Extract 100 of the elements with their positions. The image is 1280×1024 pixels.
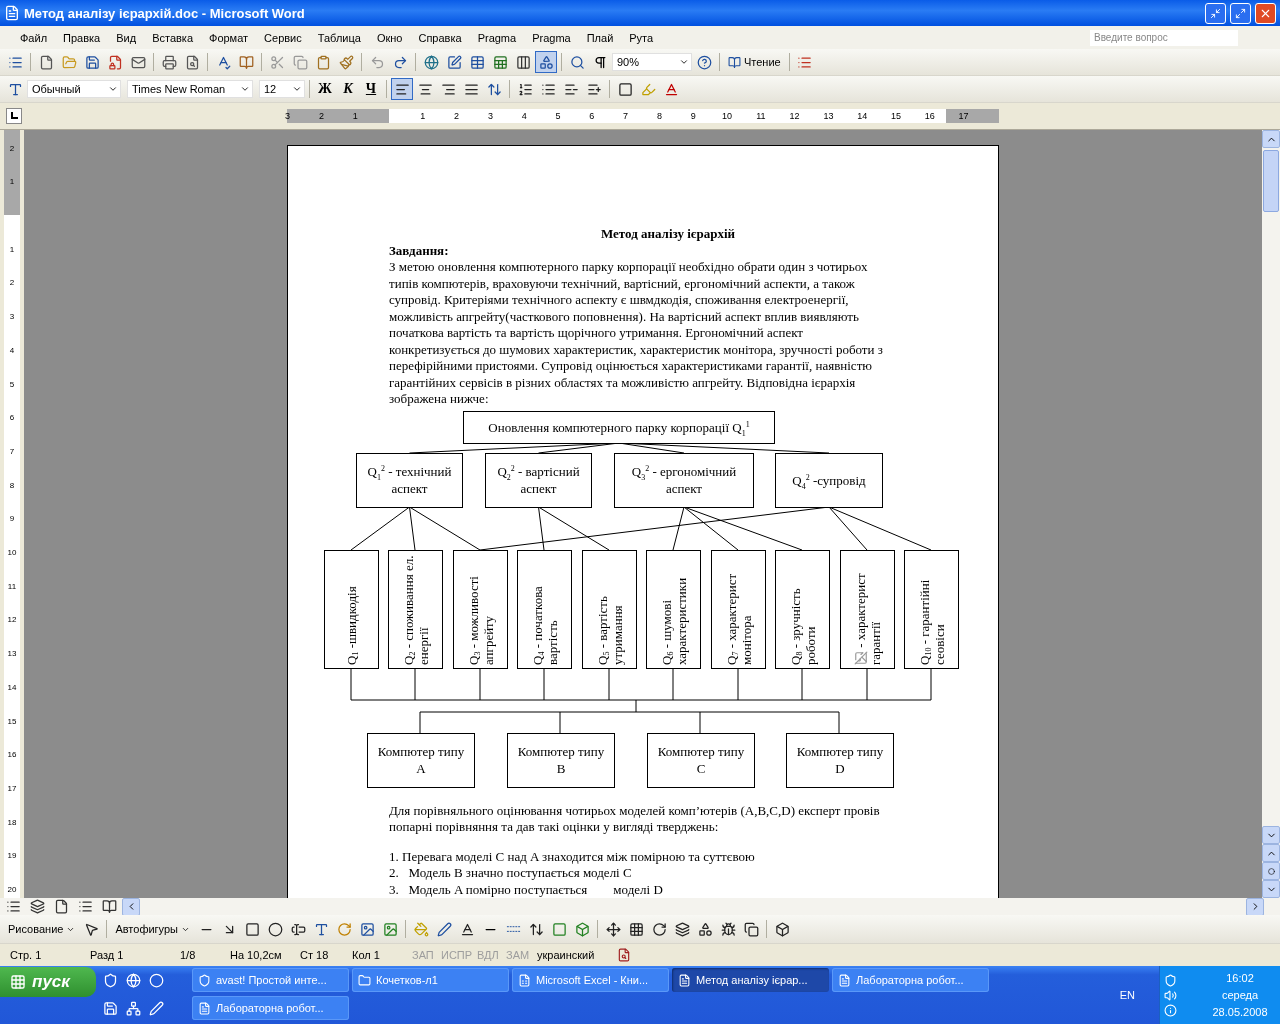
ruler-number: 4 [8,345,16,355]
ruler-number: 16 [6,749,18,759]
menu-item[interactable]: Вставка [144,31,201,44]
alternative-node: Компютер типу C [647,732,755,788]
scroll-thumb[interactable] [1263,150,1279,212]
caret-icon [679,57,689,67]
style-field[interactable]: Обычный [27,80,121,98]
ruler-number: 11 [6,581,18,591]
font-size-field[interactable]: 12 [259,80,305,98]
network-icon [125,1000,141,1016]
menu-item[interactable]: Формат [201,31,257,44]
autoshapes-menu[interactable]: Автофигуры [111,918,194,940]
language-status: украинский [536,949,596,961]
ruler-number: 6 [589,110,595,123]
menu-item[interactable]: Таблица [309,31,369,44]
list-item: 2. Модель B значно поступається моделі C [389,865,633,882]
zoom-field[interactable]: 90% [612,53,692,71]
menu-item[interactable]: Рута [621,31,662,44]
ruler-number: 12 [789,110,800,123]
taskbar-button[interactable]: Лабораторна робот... [832,968,989,992]
taskbar-button[interactable]: Microsoft Excel - Кни... [512,968,669,992]
paragraph-line: гарантійних сервісів в різних областях та можливістю апгрейту. Відповідна ієрархія [389,374,857,391]
close-button[interactable] [1255,2,1276,24]
list-item: 1. Перевага моделі C над A знаходится між помірною та суттєвою [389,848,756,865]
menu-item[interactable]: Pragma [469,31,525,44]
tab-stop-button[interactable] [6,108,22,124]
menu-item[interactable]: Вид [108,31,145,44]
aspect-node: Q$_{3}$$^{2}$ - ергономічний аспект [614,452,754,508]
ruler-number: 8 [656,110,662,123]
paragraph-line: конкретизується до шумових характеристик, характеристик монітора, зручності роботи з [389,341,884,358]
menu-item[interactable]: Сервис [256,31,310,44]
menu-item[interactable]: Окно [368,31,411,44]
ruler-number: 2 [8,143,16,153]
shield-icon [102,972,118,988]
volume-icon[interactable] [1164,988,1177,1002]
menu-item[interactable]: Плай [578,31,622,44]
ruler-number: 1 [8,176,16,186]
ruler-number: 5 [555,110,561,123]
ruler-number: 14 [6,682,18,692]
help-search-field[interactable]: Введите вопрос [1090,29,1238,46]
font-field[interactable]: Times New Roman [127,80,253,98]
page-count-status: 1/8 [179,949,197,961]
alternative-node: Компютер типу D [786,732,894,788]
tab-stop-icon [10,112,18,120]
menu-item[interactable]: Справка [410,31,470,44]
menu-item[interactable]: Правка [55,31,109,44]
caret-icon [108,84,118,94]
spelling-status-icon[interactable] [617,948,631,962]
book-icon [728,55,741,69]
document-icon [198,1001,211,1015]
read-button[interactable]: Чтение [724,51,785,73]
ruler-number: 3 [8,311,16,321]
paragraph-line: попарні порівняння та дав такі оцінки у вигляді тверджень: [389,819,720,836]
paragraph-line: супровід. Критеріями технічного аспекту є швмдкодія, споживання електроенергії, [389,292,850,309]
ruler-number: 5 [8,379,16,388]
vertical-ruler[interactable]: 2 1 1 2 3 4 5 6 7 8 9 10 11 12 13 14 15 16 17 18 19 20 [4,130,20,898]
menu-item[interactable]: Pragma [524,31,579,44]
ruler-number: 19 [6,850,18,860]
broken-image-icon [853,651,868,665]
globe-icon [125,972,141,988]
ruler-number: 17 [6,783,18,793]
underline-button[interactable]: Ч [360,78,382,100]
shield-icon [198,973,211,987]
caret-icon [292,84,302,94]
ruler-number: 2 [318,110,324,123]
align-left-icon[interactable] [391,78,413,100]
aspect-node: Q$_{1}$$^{2}$ - технічний аспект [356,452,463,508]
taskbar-button[interactable]: Метод аналізу ієрар... [672,968,829,992]
paragraph-line: можливість апгрейту(часткового поповнення). На вартісний аспект вплив виявляють [389,308,860,325]
paragraph-line: перефірійними пристоями. Супровід оцінюється характеристиками гарантії, наявністю [389,358,874,375]
line-status: Ст 18 [299,949,330,961]
drawing-icon[interactable] [535,51,557,73]
scroll-right-button[interactable] [1246,897,1264,916]
ruler-number: 9 [690,110,696,123]
ruler-number: 13 [823,110,834,123]
drawing-menu[interactable]: Рисование [4,918,80,940]
paragraph-line: початкова вартість та вартість щорічного утримання. Ергономічний аспект [389,325,804,342]
maximize-button[interactable] [1230,2,1251,24]
ruler-number: 6 [8,412,16,422]
paragraph-line: зображена нижче: [389,391,490,408]
ruler-number: 2 [8,277,16,287]
taskbar-button[interactable]: Кочетков-л1 [352,968,509,992]
ruler-number: 14 [857,110,868,123]
minimize-button[interactable] [1205,2,1226,24]
ruler-number: 15 [891,110,901,123]
horizontal-ruler[interactable]: 3 2 1 1 2 3 4 5 6 7 8 9 10 11 12 13 14 15 16 17 [287,109,999,123]
taskbar-button[interactable]: avast! Простой инте... [192,968,349,992]
position-status: На 10,2см [229,949,283,961]
language-indicator[interactable]: EN [1119,989,1135,1001]
info-icon[interactable] [1164,1003,1177,1017]
shield-icon[interactable] [1164,973,1177,987]
window-title: Метод аналізу ієрархій.doc - Microsoft Word [24,5,306,21]
aspect-node: Q$_{2}$$^{2}$ - вартісний аспект [485,452,592,508]
ruler-number: 7 [8,446,16,456]
menu-item[interactable]: Файл [12,31,56,44]
bold-button[interactable]: Ж [314,78,336,100]
select-browse-object-button[interactable] [1262,862,1280,880]
italic-button[interactable]: К [337,78,359,100]
taskbar-button[interactable]: Лабораторна робот... [192,996,349,1020]
ruler-number: 15 [6,716,18,725]
